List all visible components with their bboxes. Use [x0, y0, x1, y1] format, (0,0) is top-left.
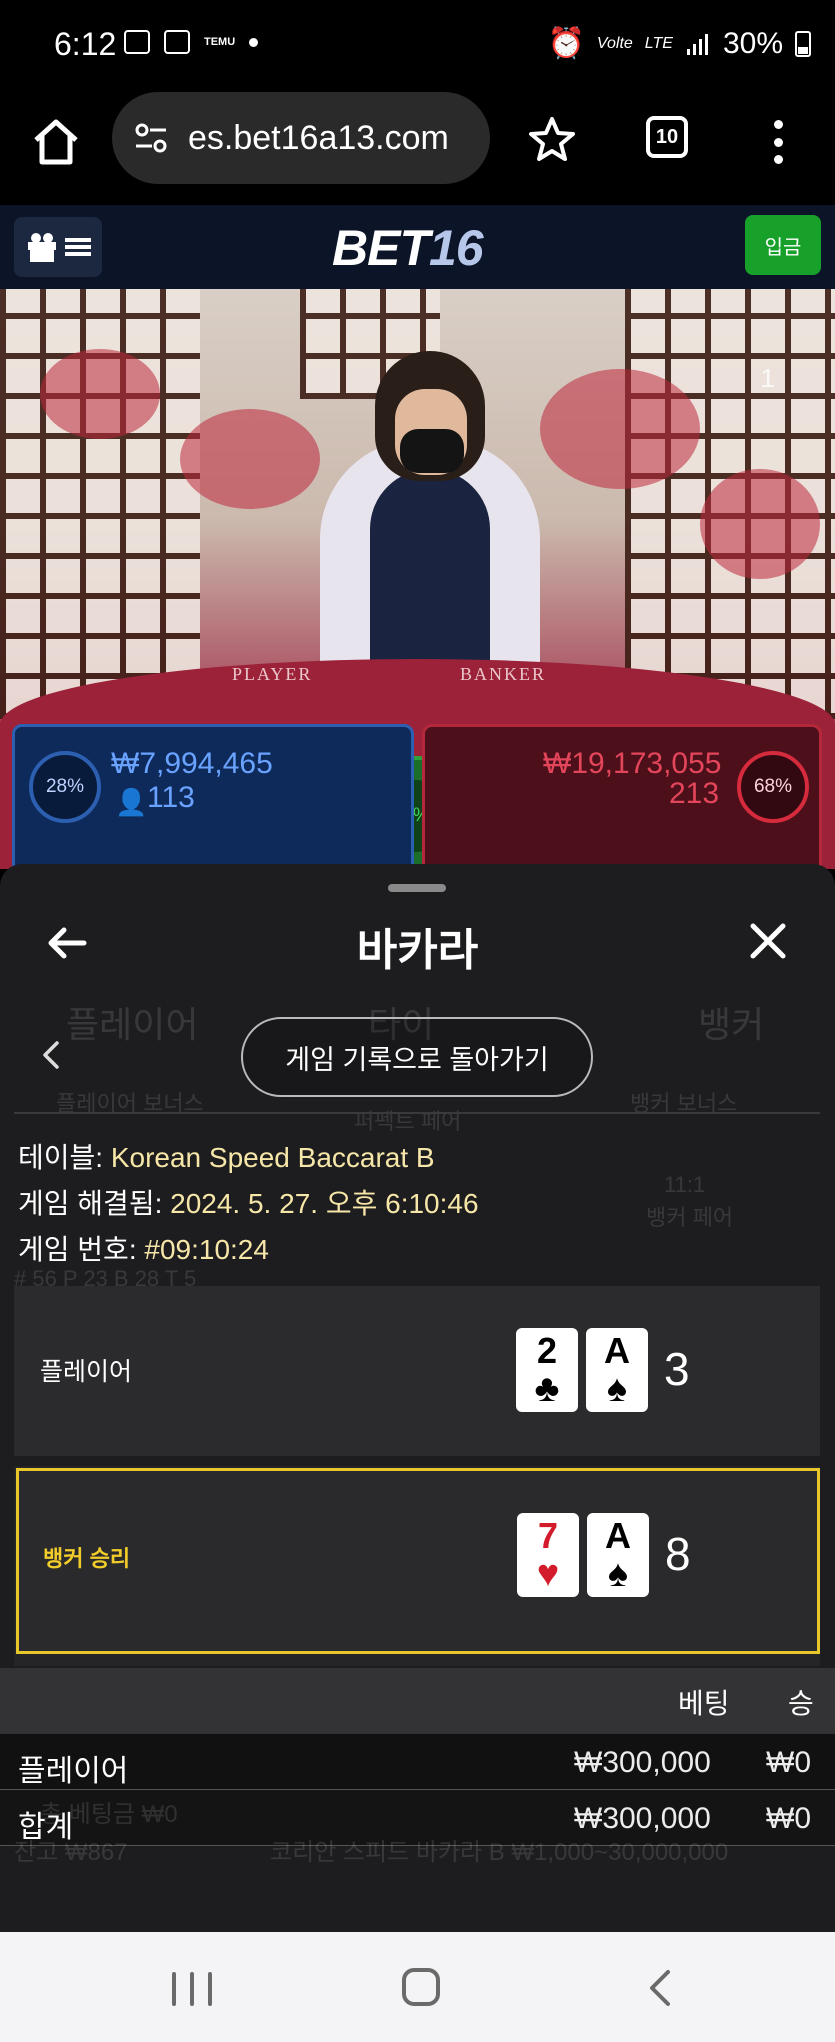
banker-bet-amount: ₩19,173,055: [543, 747, 722, 780]
ghost-banker-pair-odds: 11:1: [664, 1172, 706, 1197]
system-nav-bar: [0, 1932, 835, 2042]
player-hand-total: 3: [664, 1343, 690, 1395]
recent-apps-button[interactable]: [172, 1972, 212, 2006]
gallery-icon: [124, 30, 150, 54]
ghost-total-bet: 총 베팅금 ₩0: [40, 1801, 178, 1828]
battery-icon: [795, 30, 811, 57]
close-icon[interactable]: [745, 918, 791, 964]
site-settings-icon[interactable]: [132, 118, 172, 158]
sheet-title: 바카라: [356, 926, 479, 975]
voicemail-icon: [164, 30, 190, 54]
player-percent: 28%: [29, 751, 101, 823]
status-bar: 6:12 TEMU ⏰ Volte LTE 30%: [0, 0, 835, 90]
user-icon: 👤: [115, 787, 148, 817]
banker-win-label: 뱅커 승리: [43, 1546, 131, 1571]
divider: [14, 1112, 820, 1114]
game-detail-sheet: 플레이어 타이 뱅커 플레이어 보너스 퍼펙트 페어 뱅커 보너스 11:1 뱅…: [0, 864, 835, 1932]
banker-hand-total: 8: [665, 1528, 691, 1580]
clock: 6:12: [54, 26, 117, 62]
address-bar[interactable]: es.bet16a13.com: [112, 92, 490, 184]
bet-table-header: 베팅 승: [0, 1668, 835, 1734]
dealer-mask: [400, 429, 464, 473]
bookmark-star-icon[interactable]: [526, 114, 578, 166]
sheet-drag-handle[interactable]: [388, 884, 446, 892]
banker-bet-area[interactable]: 68% ₩19,173,055 213: [422, 724, 822, 874]
player-result-row: 플레이어 2 ♣ A ♠ 3: [14, 1286, 820, 1456]
blossom: [700, 469, 820, 579]
ghost-balance: 잔고 ₩867: [14, 1839, 128, 1866]
player-hand-label: 플레이어: [40, 1358, 133, 1386]
gift-icon: [28, 233, 56, 262]
alarm-icon: ⏰: [547, 27, 585, 60]
player-bet-count: 113: [147, 781, 195, 814]
blossom: [180, 409, 320, 509]
notification-icons: TEMU: [124, 30, 259, 54]
deposit-button[interactable]: 입금: [745, 215, 821, 275]
home-icon[interactable]: [28, 114, 84, 170]
playing-card: A ♠: [586, 1328, 648, 1412]
blossom: [40, 349, 160, 439]
table-info: 테이블: Korean Speed Baccarat B: [18, 1142, 435, 1173]
ghost-player: 플레이어: [66, 1004, 199, 1045]
bet-row-win: ₩0: [766, 1746, 811, 1779]
col-win: 승: [788, 1688, 814, 1719]
felt-label-player: PLAYER: [232, 664, 313, 684]
site-header: BET16 입금: [0, 205, 835, 289]
ghost-banker: 뱅커: [698, 1004, 765, 1045]
playing-card: 2 ♣: [516, 1328, 578, 1412]
player-bet-area[interactable]: 28% ₩7,994,465 113 👤: [12, 724, 414, 874]
signal-icon: [686, 33, 708, 55]
battery-percent: 30%: [722, 26, 783, 60]
banker-percent: 68%: [737, 751, 809, 823]
bet-row-label: 플레이어: [18, 1755, 129, 1788]
felt-label-banker: BANKER: [460, 664, 547, 684]
ghost-perfect-pair: 퍼펙트 페어: [354, 1109, 462, 1134]
url-text[interactable]: es.bet16a13.com: [188, 119, 449, 158]
blossom: [540, 369, 700, 489]
ghost-table-limits: 코리안 스피드 바카라 B ₩1,000~30,000,000: [270, 1839, 729, 1866]
volte-icon: Volte: [596, 34, 633, 52]
temu-icon: TEMU: [204, 35, 236, 48]
player-bet-amount: ₩7,994,465: [111, 747, 273, 780]
banker-bet-count: 213: [669, 777, 720, 810]
chevron-left-icon[interactable]: [40, 1040, 62, 1070]
home-button[interactable]: [402, 1968, 440, 2006]
bet-row-bet: ₩300,000: [574, 1802, 711, 1835]
more-notifications-icon: [249, 37, 259, 47]
playing-card: 7 ♥: [517, 1513, 579, 1597]
hamburger-icon: [65, 238, 91, 256]
resolved-info: 게임 해결됨: 2024. 5. 27. 오후 6:10:46: [18, 1188, 479, 1219]
browser-menu-button[interactable]: [772, 120, 784, 164]
table-row: 플레이어 ₩300,000 ₩0: [0, 1734, 835, 1790]
site-logo[interactable]: BET16: [332, 219, 484, 277]
bet-row-bet: ₩300,000: [574, 1746, 711, 1779]
playing-card: A ♠: [587, 1513, 649, 1597]
lte-icon: LTE: [644, 34, 673, 52]
dealer-vest: [370, 469, 490, 669]
video-corner-number: 1: [760, 363, 775, 393]
game-number-info: 게임 번호: #09:10:24: [18, 1234, 269, 1265]
col-bet: 베팅: [678, 1688, 730, 1719]
system-icons: ⏰ Volte LTE 30%: [548, 26, 811, 61]
bet-row-win: ₩0: [766, 1802, 811, 1835]
ghost-banker-pair: 뱅커 페어: [646, 1205, 734, 1230]
back-icon[interactable]: [640, 1968, 680, 2008]
browser-toolbar: es.bet16a13.com 10: [0, 90, 835, 205]
tabs-button[interactable]: 10: [646, 116, 688, 158]
return-to-history-button[interactable]: 게임 기록으로 돌아가기: [241, 1017, 593, 1097]
gift-menu-button[interactable]: [14, 217, 102, 277]
banker-result-row: 뱅커 승리 7 ♥ A ♠ 8: [16, 1468, 820, 1654]
